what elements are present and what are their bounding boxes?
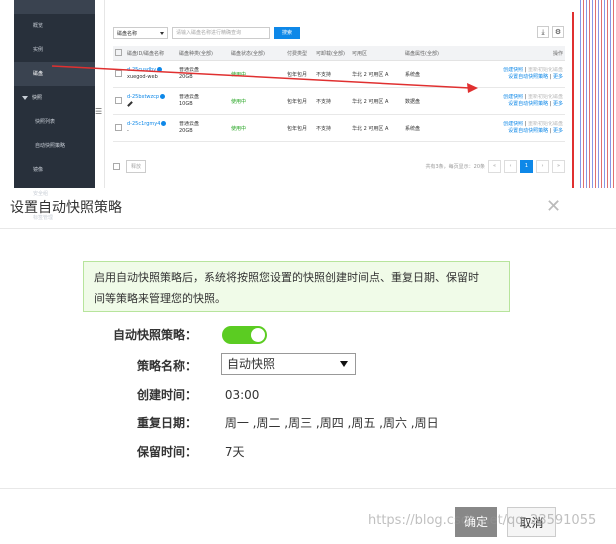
repeat-row: 重复日期： 周一 ,周二 ,周三 ,周四 ,周五 ,周六 ,周日 <box>105 414 439 431</box>
create-time-row: 创建时间： 03:00 <box>105 386 259 403</box>
auto-policy-toggle[interactable] <box>222 326 267 344</box>
divider <box>0 488 616 489</box>
divider <box>0 228 616 229</box>
policy-name-label: 策略名称： <box>136 359 197 373</box>
notice-line: 启用自动快照策略后，系统将按照您设置的快照创建时间点、重复日期、保留时 <box>94 271 479 284</box>
repeat-label: 重复日期： <box>136 416 197 430</box>
policy-name-select[interactable]: 自动快照 <box>221 353 356 375</box>
console-area: 概览 实例 磁盘 快照 快照列表 自动快照策略 镜像 安全组 标签管理 ☰ 磁盘… <box>0 0 616 221</box>
retain-label: 保留时间： <box>136 445 197 459</box>
close-icon[interactable]: ✕ <box>546 196 561 217</box>
create-time-label: 创建时间： <box>136 388 197 402</box>
create-time-value: 03:00 <box>224 388 260 402</box>
toggle-knob <box>251 328 265 342</box>
auto-policy-row: 自动快照策略： <box>105 326 197 343</box>
policy-name-value: 自动快照 <box>227 357 276 371</box>
caret-down-icon <box>340 361 348 367</box>
info-notice: 启用自动快照策略后，系统将按照您设置的快照创建时间点、重复日期、保留时 间等策略… <box>83 261 510 312</box>
dialog-title: 设置自动快照策略 <box>10 200 122 216</box>
notice-line: 间等策略来管理您的快照。 <box>94 292 226 305</box>
retain-row: 保留时间： 7天 <box>105 443 244 460</box>
retain-value: 7天 <box>224 445 245 459</box>
annotation-arrow <box>51 65 478 93</box>
watermark: https://blog.csdn.net/qq_23591055 <box>368 513 597 528</box>
auto-policy-label: 自动快照策略： <box>112 328 197 342</box>
policy-name-row: 策略名称： <box>105 357 197 374</box>
repeat-value: 周一 ,周二 ,周三 ,周四 ,周五 ,周六 ,周日 <box>224 416 439 430</box>
